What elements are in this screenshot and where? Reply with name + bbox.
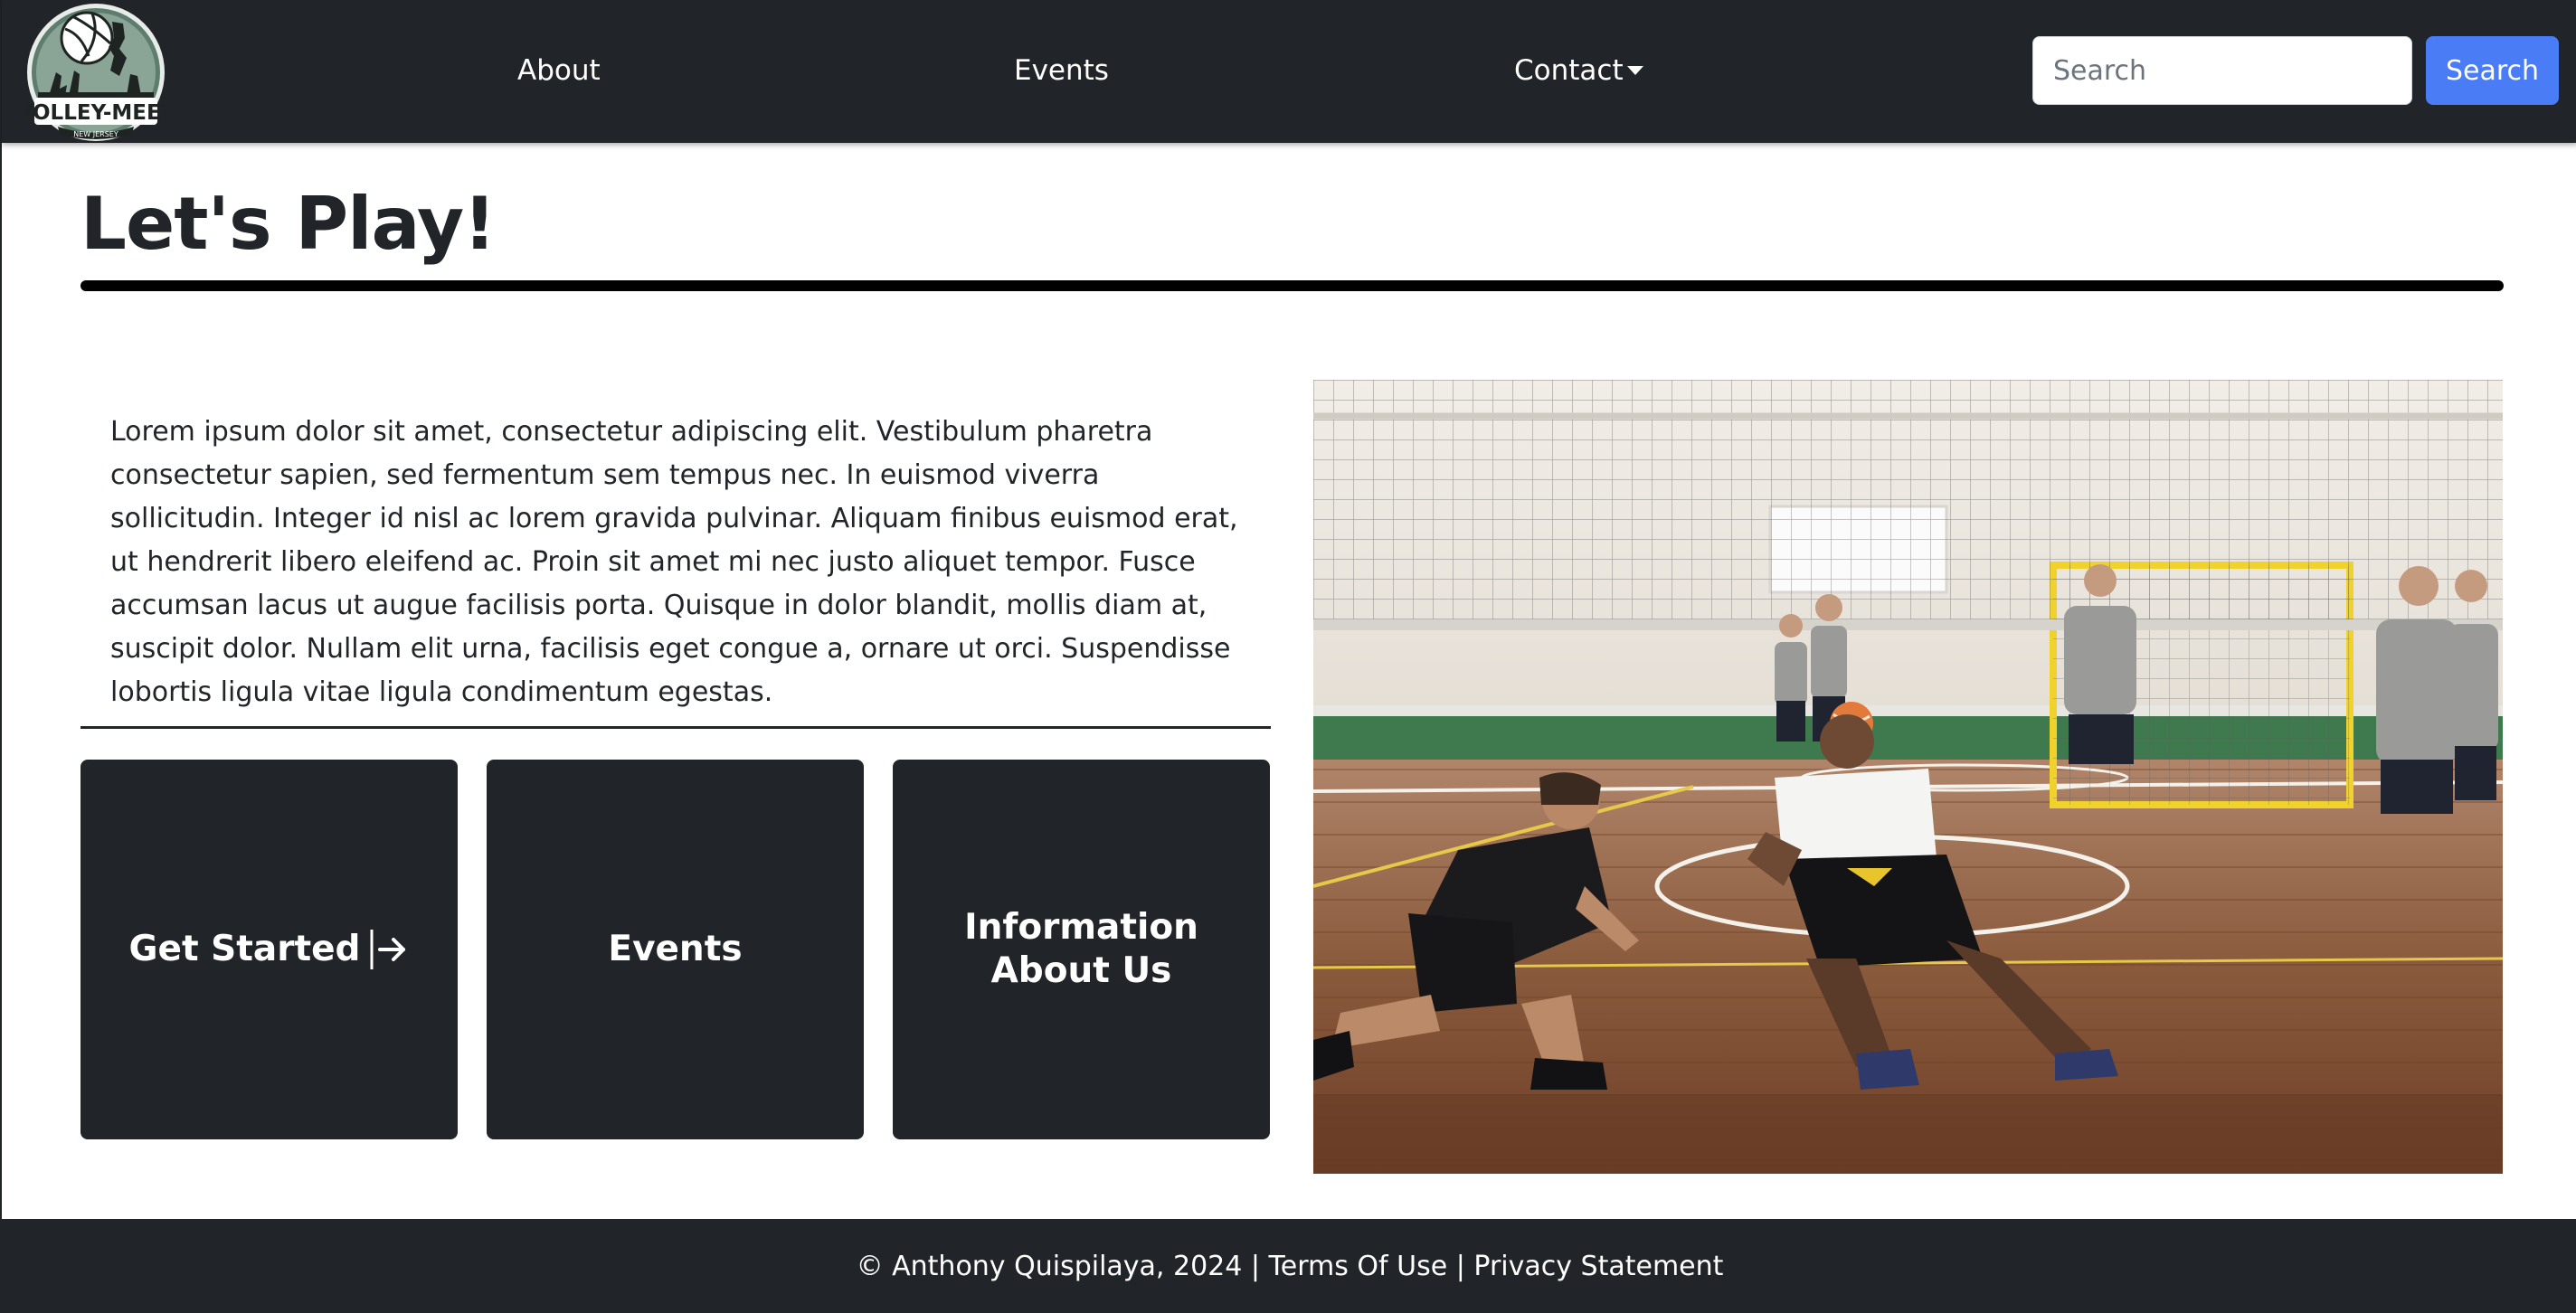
nav-link-events[interactable]: Events bbox=[1014, 52, 1109, 89]
svg-text:VOLLEY-MEET: VOLLEY-MEET bbox=[25, 101, 166, 125]
events-card[interactable]: Events bbox=[487, 760, 864, 1139]
navbar: VOLLEY-MEET NEW JERSEY About Events Cont… bbox=[2, 0, 2576, 143]
footer: © Anthony Quispilaya, 2024 | Terms Of Us… bbox=[2, 1219, 2576, 1313]
footer-separator: | bbox=[1242, 1250, 1269, 1282]
events-card-label: Events bbox=[608, 929, 743, 969]
search-button[interactable]: Search bbox=[2426, 36, 2559, 105]
nav-dropdown-contact[interactable]: Contact bbox=[1514, 52, 1643, 89]
footer-text: © Anthony Quispilaya, 2024 | Terms Of Us… bbox=[857, 1251, 1724, 1282]
chevron-down-icon bbox=[1626, 65, 1643, 75]
footer-copyright: © Anthony Quispilaya, 2024 bbox=[856, 1250, 1243, 1282]
terms-of-use-link[interactable]: Terms Of Use bbox=[1269, 1251, 1448, 1282]
page-title: Let's Play! bbox=[80, 182, 497, 266]
nav-link-about[interactable]: About bbox=[517, 52, 601, 89]
about-us-card-label: Information About Us bbox=[964, 907, 1198, 991]
get-started-content: Get Started bbox=[129, 926, 410, 973]
section-divider bbox=[80, 726, 1271, 729]
about-us-card[interactable]: Information About Us bbox=[893, 760, 1270, 1139]
privacy-statement-link[interactable]: Privacy Statement bbox=[1473, 1251, 1723, 1282]
search-input[interactable] bbox=[2032, 36, 2412, 105]
arrow-right-icon bbox=[370, 930, 406, 969]
volleyball-game-photo bbox=[1313, 380, 2503, 1174]
volley-meet-logo[interactable]: VOLLEY-MEET NEW JERSEY bbox=[17, 2, 175, 143]
svg-text:NEW JERSEY: NEW JERSEY bbox=[73, 130, 118, 138]
get-started-card[interactable]: Get Started bbox=[80, 760, 458, 1139]
intro-paragraph: Lorem ipsum dolor sit amet, consectetur … bbox=[110, 416, 1238, 708]
title-divider bbox=[80, 280, 2504, 291]
footer-separator: | bbox=[1447, 1250, 1474, 1282]
nav-contact-label: Contact bbox=[1514, 54, 1624, 87]
get-started-label: Get Started bbox=[128, 929, 361, 969]
